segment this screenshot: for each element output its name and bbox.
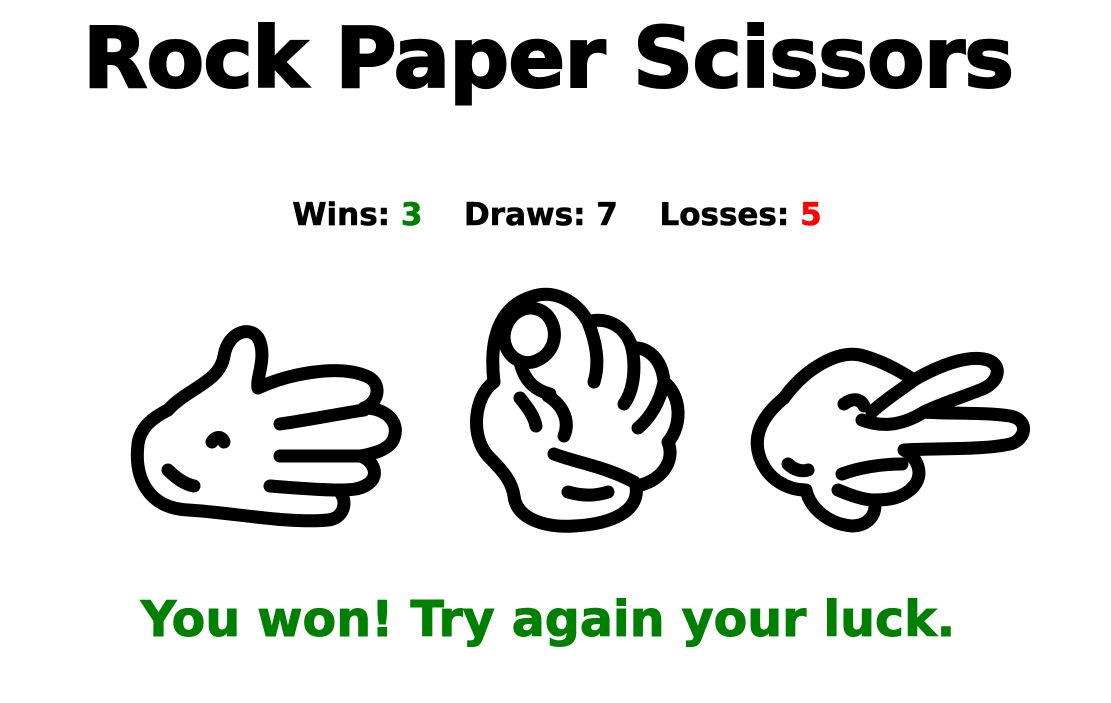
draws-label: Draws: bbox=[464, 197, 586, 234]
scoreboard: Wins: 3 Draws: 7 Losses: 5 bbox=[0, 195, 1111, 235]
draws-count: 7 bbox=[596, 197, 618, 234]
losses-label: Losses: bbox=[659, 197, 790, 234]
scissors-button[interactable] bbox=[748, 340, 1030, 534]
rock-fist-icon bbox=[470, 287, 685, 533]
scissors-hand-icon bbox=[750, 347, 1030, 533]
wins-count: 3 bbox=[400, 197, 423, 234]
losses-count: 5 bbox=[800, 197, 822, 234]
wins-label: Wins: bbox=[292, 197, 391, 234]
game-title: Rock Paper Scissors bbox=[82, 8, 1015, 108]
result-message: You won! Try again your luck. bbox=[140, 591, 956, 649]
rock-button[interactable] bbox=[464, 286, 692, 534]
paper-button[interactable] bbox=[128, 318, 406, 530]
paper-hand-icon bbox=[130, 325, 402, 528]
